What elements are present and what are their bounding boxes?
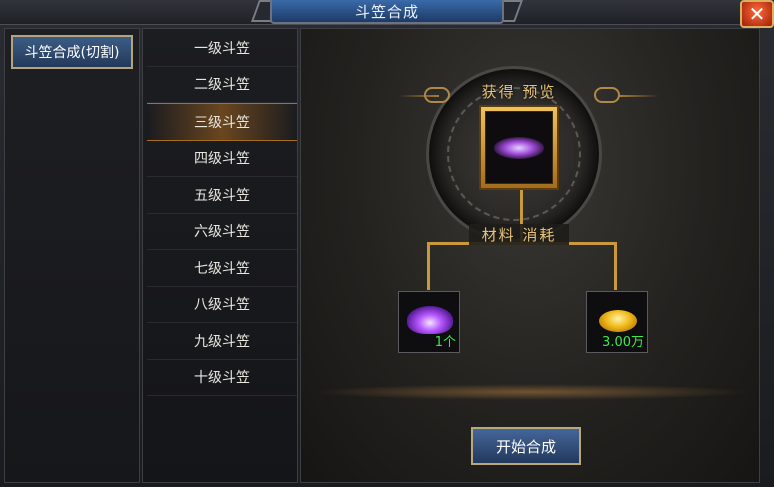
ornament-knot-left (424, 87, 450, 103)
window-title: 斗笠合成 (354, 2, 419, 21)
gold-amount: 3.00万 (602, 335, 644, 350)
material-slot[interactable]: 1个 (398, 291, 460, 353)
tree-line-right (614, 242, 617, 290)
preview-label: 获得 预览 (481, 83, 557, 101)
ornament-line-right (619, 95, 659, 97)
tree-line-left (427, 242, 430, 290)
level-item[interactable]: 五级斗笠 (147, 177, 297, 214)
start-synthesis-button[interactable]: 开始合成 (471, 427, 581, 465)
level-item[interactable]: 一级斗笠 (147, 30, 297, 67)
floor-glow (311, 384, 751, 400)
gold-ingot-icon (599, 310, 637, 332)
level-item[interactable]: 二级斗笠 (147, 67, 297, 103)
level-item[interactable]: 九级斗笠 (147, 323, 297, 360)
purple-hat-icon (407, 306, 453, 334)
category-panel: 斗笠合成(切割) (4, 28, 140, 483)
close-icon[interactable]: ✕ (740, 0, 774, 28)
level-item[interactable]: 八级斗笠 (147, 287, 297, 323)
preview-slot-inner (485, 111, 553, 184)
window-frame: 斗笠合成 ✕ 斗笠合成(切割) 一级斗笠 二级斗笠 三级斗笠 四级斗笠 五级斗笠 六级斗笠… (0, 0, 774, 487)
category-label: 斗笠合成(切割) (24, 45, 120, 61)
level-item[interactable]: 六级斗笠 (147, 214, 297, 250)
start-synthesis-label: 开始合成 (495, 437, 556, 456)
level-item[interactable]: 四级斗笠 (147, 141, 297, 177)
level-item[interactable]: 三级斗笠 (147, 103, 297, 141)
material-amount: 1个 (434, 335, 456, 350)
level-item[interactable]: 七级斗笠 (147, 250, 297, 287)
level-item[interactable]: 十级斗笠 (147, 360, 297, 396)
window-title-plate: 斗笠合成 (270, 0, 504, 24)
cost-label: 材料 消耗 (469, 224, 569, 245)
purple-hat-icon (494, 136, 544, 159)
synthesis-panel: 获得 预览 材料 消耗 1个 3.00万 开始合成 (300, 28, 760, 483)
ornament-knot-right (594, 87, 620, 103)
level-list: 一级斗笠 二级斗笠 三级斗笠 四级斗笠 五级斗笠 六级斗笠 七级斗笠 八级斗笠 九级斗笠 十级斗笠 (147, 30, 297, 396)
preview-slot[interactable] (479, 105, 559, 190)
gold-slot[interactable]: 3.00万 (586, 291, 648, 353)
category-button-hat-synthesis[interactable]: 斗笠合成(切割) (11, 35, 133, 69)
level-list-panel: 一级斗笠 二级斗笠 三级斗笠 四级斗笠 五级斗笠 六级斗笠 七级斗笠 八级斗笠 九级斗笠 十级斗笠 (142, 28, 298, 483)
title-bar: 斗笠合成 (0, 0, 774, 25)
